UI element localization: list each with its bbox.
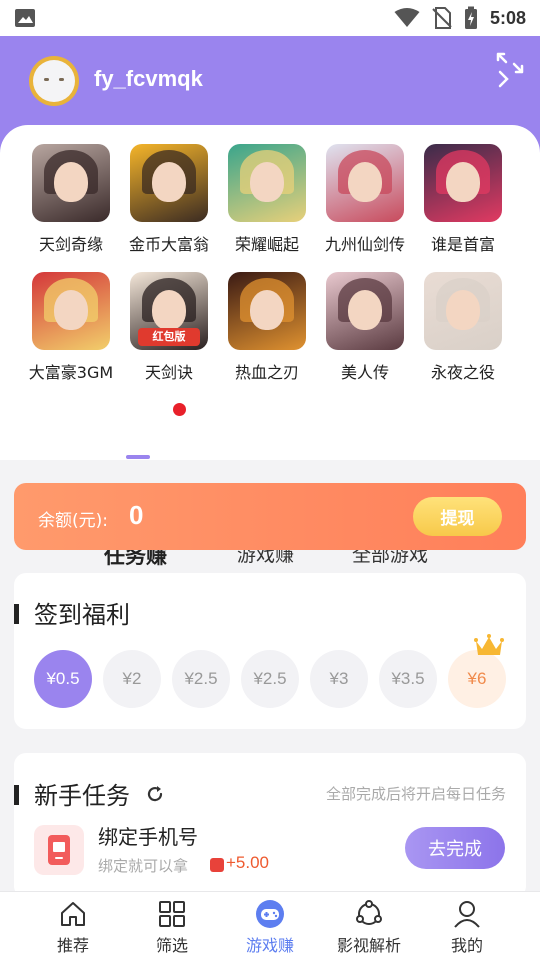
game-name: 永夜之役 [430, 363, 495, 382]
no-sim-icon [432, 7, 452, 29]
section-marker [14, 785, 19, 805]
home-icon [61, 902, 85, 926]
nav-label: 筛选 [155, 936, 188, 955]
nav-item-game-earn[interactable]: 游戏赚 [221, 892, 319, 960]
game-item[interactable]: 九州仙剑传 [316, 144, 414, 255]
newbie-task-card: 新手任务 全部完成后将开启每日任务 绑定手机号 绑定就可以拿 +5.00 去完成 [14, 753, 526, 898]
notification-dot [173, 403, 186, 416]
game-item[interactable]: 谁是首富 [414, 144, 512, 255]
signin-day-reward[interactable]: ¥3.5 [379, 650, 437, 708]
game-item[interactable]: 金币大富翁 [120, 144, 218, 255]
game-name: 大富豪3GM [28, 363, 114, 382]
wifi-icon [394, 8, 420, 27]
bottom-nav: 推荐 筛选 游戏赚 影视解析 我的 [0, 891, 540, 960]
status-bar: 5:08 [0, 0, 540, 36]
nav-item-recommend[interactable]: 推荐 [24, 892, 122, 960]
phone-icon [34, 825, 84, 875]
nav-label: 推荐 [56, 936, 89, 955]
tab-indicator [126, 455, 150, 459]
game-name: 九州仙剑传 [324, 235, 405, 254]
game-name: 天剑奇缘 [38, 235, 103, 254]
game-icon [424, 144, 502, 222]
game-item[interactable]: 大富豪3GM [22, 272, 120, 383]
game-icon [130, 144, 208, 222]
game-item[interactable]: 红包版 天剑诀 [120, 272, 218, 383]
nav-label: 游戏赚 [245, 936, 294, 955]
nav-item-filter[interactable]: 筛选 [123, 892, 221, 960]
game-name: 美人传 [340, 363, 389, 382]
game-item[interactable]: 天剑奇缘 [22, 144, 120, 255]
game-icon [424, 272, 502, 350]
game-icon [32, 144, 110, 222]
newbie-title: 新手任务 [34, 782, 130, 810]
user-icon [454, 901, 480, 928]
game-icon [326, 144, 404, 222]
balance-card: 余额(元): 0 提现 [14, 483, 526, 550]
red-envelope-icon [210, 858, 224, 872]
game-icon [228, 144, 306, 222]
balance-label: 余额(元): [38, 511, 108, 531]
withdraw-button[interactable]: 提现 [413, 497, 502, 536]
section-marker [14, 604, 19, 624]
game-name: 热血之刃 [234, 363, 299, 382]
gamepad-icon [256, 900, 284, 928]
task-desc: 绑定就可以拿 [98, 857, 189, 875]
signin-card: 签到福利 ¥0.5 ¥2 ¥2.5 ¥2.5 ¥3 ¥3.5 ¥6 [14, 573, 526, 729]
nav-label: 影视解析 [336, 936, 401, 955]
signin-day-reward[interactable]: ¥3 [310, 650, 368, 708]
game-name: 天剑诀 [144, 363, 193, 382]
game-item[interactable]: 永夜之役 [414, 272, 512, 383]
task-title: 绑定手机号 [98, 825, 198, 849]
refresh-icon[interactable] [145, 784, 165, 804]
game-icon: 红包版 [130, 272, 208, 350]
nav-item-mine[interactable]: 我的 [418, 892, 516, 960]
task-reward: +5.00 [226, 853, 270, 872]
signin-day-reward[interactable]: ¥2 [103, 650, 161, 708]
game-item[interactable]: 美人传 [316, 272, 414, 383]
game-item[interactable]: 荣耀崛起 [218, 144, 316, 255]
clock: 5:08 [489, 7, 526, 28]
newbie-hint: 全部完成后将开启每日任务 [325, 785, 506, 803]
share-icon [356, 900, 382, 925]
grid-icon [159, 901, 185, 927]
balance-amount: 0 [129, 500, 144, 530]
username: fy_fcvmqk [94, 66, 203, 91]
nav-label: 我的 [450, 936, 483, 955]
avatar[interactable] [29, 56, 79, 106]
signin-title: 签到福利 [34, 601, 130, 629]
game-name: 荣耀崛起 [234, 235, 299, 254]
battery-charging-icon [464, 6, 477, 29]
signin-day-reward[interactable]: ¥0.5 [34, 650, 92, 708]
nav-item-video-parse[interactable]: 影视解析 [320, 892, 418, 960]
game-icon [32, 272, 110, 350]
game-name: 谁是首富 [430, 235, 495, 254]
game-icon [326, 272, 404, 350]
expand-icon[interactable] [494, 50, 526, 90]
signin-day-reward[interactable]: ¥2.5 [172, 650, 230, 708]
game-item[interactable]: 热血之刃 [218, 272, 316, 383]
game-icon [228, 272, 306, 350]
crown-icon [474, 634, 504, 655]
image-icon [15, 9, 35, 27]
games-panel: 天剑奇缘 金币大富翁 荣耀崛起 九州仙剑传 谁是首富 大富豪3GM 红包版 天剑诀 热血之刃 美人… [0, 125, 540, 568]
game-name: 金币大富翁 [128, 235, 209, 254]
game-badge: 红包版 [138, 328, 200, 346]
signin-day-reward[interactable]: ¥2.5 [241, 650, 299, 708]
complete-task-button[interactable]: 去完成 [405, 827, 505, 869]
